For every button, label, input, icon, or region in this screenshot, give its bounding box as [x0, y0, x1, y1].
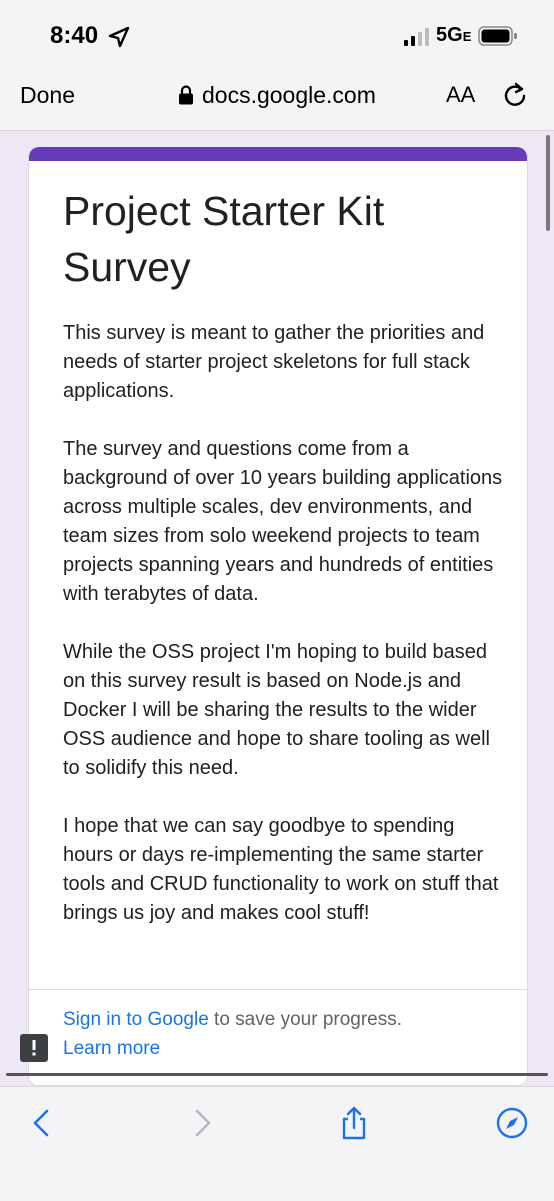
status-time: 8:40	[50, 22, 99, 49]
done-button[interactable]: Done	[20, 82, 75, 109]
description-paragraph-2: The survey and questions come from a bac…	[63, 438, 503, 605]
text-size-button[interactable]: AA	[446, 82, 475, 108]
page-scroll-indicator	[6, 1073, 548, 1076]
description-paragraph-4: I hope that we can say goodbye to spendi…	[63, 815, 499, 924]
page-content: Project Starter Kit Survey This survey i…	[0, 131, 554, 1086]
browser-bottom-toolbar	[0, 1086, 554, 1201]
cellular-signal-icon	[404, 28, 429, 46]
share-button[interactable]	[336, 1105, 372, 1141]
url-text: docs.google.com	[202, 81, 376, 108]
form-header-card: Project Starter Kit Survey This survey i…	[28, 147, 528, 1086]
back-button[interactable]	[24, 1105, 60, 1141]
report-feedback-icon[interactable]	[20, 1034, 48, 1062]
reload-icon	[504, 82, 526, 106]
forward-button[interactable]	[184, 1105, 220, 1141]
battery-icon	[478, 26, 517, 46]
forward-icon	[195, 1109, 211, 1137]
sign-in-link[interactable]: Sign in to Google	[63, 1009, 209, 1030]
open-in-safari-button[interactable]	[494, 1105, 530, 1141]
share-icon	[342, 1106, 366, 1140]
compass-icon	[496, 1107, 528, 1139]
learn-more-link[interactable]: Learn more	[63, 1038, 160, 1060]
browser-top-bar: Done docs.google.com AA	[0, 70, 554, 131]
status-bar: 8:40 5GE	[0, 0, 554, 70]
form-accent-bar	[29, 147, 527, 161]
form-description: This survey is meant to gather the prior…	[63, 319, 503, 957]
description-paragraph-1: This survey is meant to gather the prior…	[63, 322, 485, 402]
reload-button[interactable]	[500, 80, 530, 110]
back-icon	[33, 1109, 49, 1137]
network-type: 5GE	[436, 24, 472, 46]
signin-notice: Sign in to Google to save your progress.	[63, 1009, 402, 1031]
address-bar[interactable]: docs.google.com	[178, 80, 376, 110]
signin-suffix: to save your progress.	[208, 1009, 403, 1030]
scrollbar-thumb[interactable]	[546, 135, 550, 231]
form-title: Project Starter Kit Survey	[63, 188, 385, 290]
card-divider	[29, 989, 527, 990]
lock-icon	[179, 85, 193, 105]
description-paragraph-3: While the OSS project I'm hoping to buil…	[63, 641, 490, 779]
location-arrow-icon	[108, 26, 130, 48]
